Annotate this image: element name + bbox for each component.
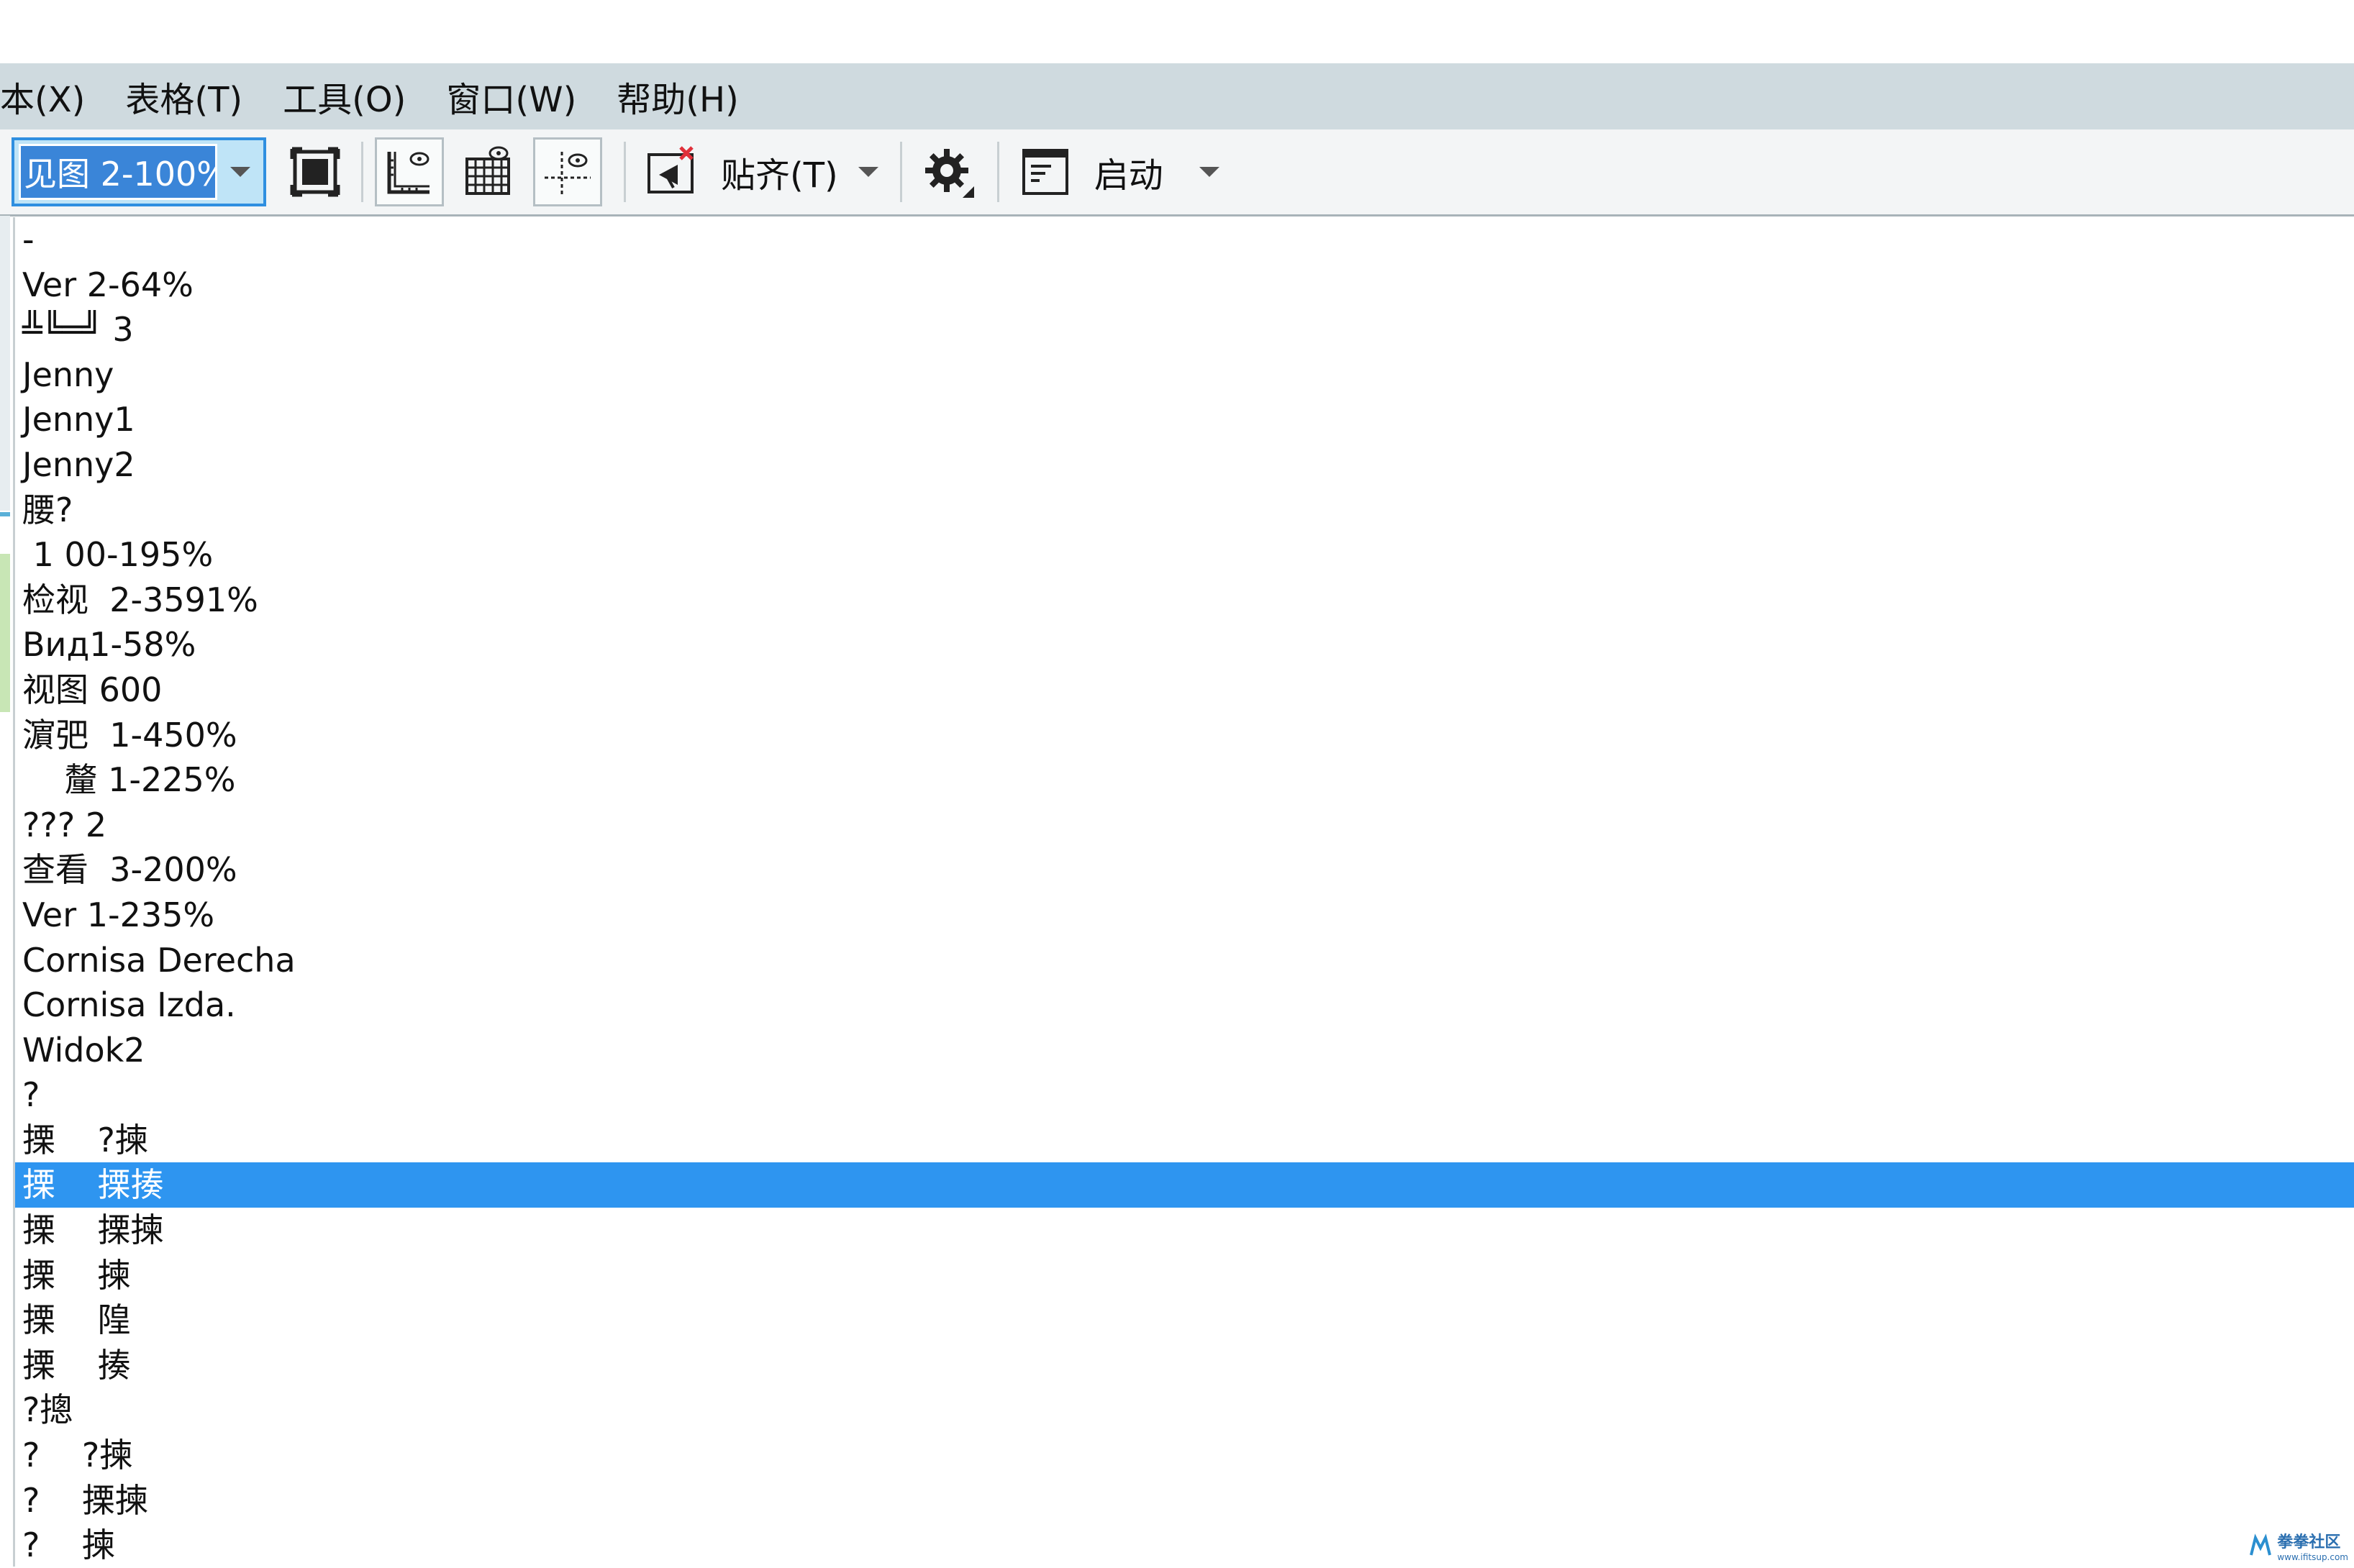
list-item[interactable]: ?摠 — [15, 1387, 2354, 1433]
menu-bar: 本(X) 表格(T) 工具(O) 窗口(W) 帮助(H) — [0, 63, 2354, 129]
list-item[interactable]: Jenny2 — [15, 442, 2354, 488]
toolbar-separator — [361, 142, 363, 202]
menu-help[interactable]: 帮助(H) — [596, 71, 759, 122]
list-item[interactable]: ? ?揀 — [15, 1433, 2354, 1478]
snap-off-button[interactable] — [637, 137, 706, 206]
list-item[interactable]: 搮 搮揀 — [15, 1208, 2354, 1253]
list-item[interactable]: 搮 搮揍 — [15, 1162, 2354, 1208]
snap-to-label[interactable]: 贴齐(T) — [721, 147, 838, 197]
list-item[interactable]: Jenny1 — [15, 397, 2354, 442]
full-screen-icon — [290, 147, 340, 197]
view-dropdown-list[interactable]: - Ver 2-64% ╩╚═╝ 3 Jenny Jenny1 Jenny2 腰? 1 00… — [13, 217, 2354, 1567]
list-item[interactable]: Jenny — [15, 352, 2354, 398]
list-item[interactable]: Widok2 — [15, 1028, 2354, 1073]
view-combo-input[interactable]: 见图 2-100% — [19, 144, 217, 200]
toolbar-separator — [624, 142, 626, 202]
list-item[interactable]: 搮 隍 — [15, 1298, 2354, 1343]
view-combo-dropdown-button[interactable] — [217, 140, 263, 204]
list-item[interactable]: 腰? — [15, 488, 2354, 533]
snap-off-icon — [647, 146, 694, 193]
show-grid-button[interactable] — [454, 137, 523, 206]
view-combo[interactable]: 见图 2-100% — [12, 137, 266, 206]
list-item[interactable]: Cornisa Izda. — [15, 983, 2354, 1028]
list-item[interactable]: ? 揀 — [15, 1523, 2354, 1568]
grid-icon — [465, 146, 510, 195]
list-item[interactable]: 搮 揀 — [15, 1253, 2354, 1298]
launch-button[interactable] — [1011, 137, 1080, 206]
list-item[interactable]: 视图 600 — [15, 667, 2354, 713]
list-item[interactable]: 1 00-195% — [15, 532, 2354, 578]
show-guidelines-button[interactable] — [533, 137, 602, 206]
toolbar-separator — [899, 142, 902, 202]
toolbar: 见图 2-100% 贴齐(T) 启动 — [0, 129, 2354, 216]
list-item[interactable]: 搮 揍 — [15, 1343, 2354, 1388]
launch-label[interactable]: 启动 — [1094, 147, 1163, 197]
list-item[interactable]: 检视 2-3591% — [15, 578, 2354, 623]
left-edge-strip — [0, 554, 10, 712]
launch-icon — [1022, 149, 1068, 195]
list-item[interactable]: Ver 1-235% — [15, 893, 2354, 938]
list-item[interactable]: ╩╚═╝ 3 — [15, 307, 2354, 352]
list-item[interactable]: Ver 2-64% — [15, 263, 2354, 308]
chevron-down-icon[interactable] — [1199, 167, 1219, 177]
gear-icon — [924, 149, 974, 198]
menu-table[interactable]: 表格(T) — [105, 71, 263, 122]
list-item[interactable]: ? — [15, 1072, 2354, 1118]
guidelines-icon — [545, 152, 591, 195]
watermark: 拳拳社区 www.ifitsup.com — [2248, 1529, 2348, 1562]
top-margin — [0, 0, 2354, 63]
left-edge-line — [0, 512, 10, 516]
left-edge-strip — [0, 216, 10, 511]
full-screen-button[interactable] — [281, 137, 350, 206]
list-item[interactable]: ? 搮揀 — [15, 1478, 2354, 1523]
menu-tools[interactable]: 工具(O) — [263, 71, 426, 122]
chevron-down-icon[interactable] — [858, 167, 878, 177]
show-rulers-button[interactable] — [375, 137, 444, 206]
list-item[interactable]: 搮 ?揀 — [15, 1118, 2354, 1163]
chevron-down-icon — [230, 167, 250, 177]
menu-window[interactable]: 窗口(W) — [426, 71, 596, 122]
watermark-logo-icon — [2250, 1533, 2272, 1556]
ruler-icon — [387, 152, 430, 194]
options-button[interactable] — [914, 137, 983, 206]
list-item[interactable]: Cornisa Derecha — [15, 938, 2354, 983]
list-item[interactable]: Вид1-58% — [15, 622, 2354, 667]
list-item[interactable]: 查看 3-200% — [15, 847, 2354, 893]
menu-text[interactable]: 本(X) — [0, 71, 105, 122]
list-item[interactable]: 濵弝 1-450% — [15, 713, 2354, 758]
toolbar-separator — [996, 142, 999, 202]
list-item[interactable]: ??? 2 — [15, 803, 2354, 848]
list-item[interactable]: 釐 1-225% — [15, 757, 2354, 803]
list-item[interactable]: - — [15, 217, 2354, 263]
watermark-url: www.ifitsup.com — [2277, 1552, 2348, 1562]
watermark-text: 拳拳社区 — [2277, 1533, 2341, 1551]
